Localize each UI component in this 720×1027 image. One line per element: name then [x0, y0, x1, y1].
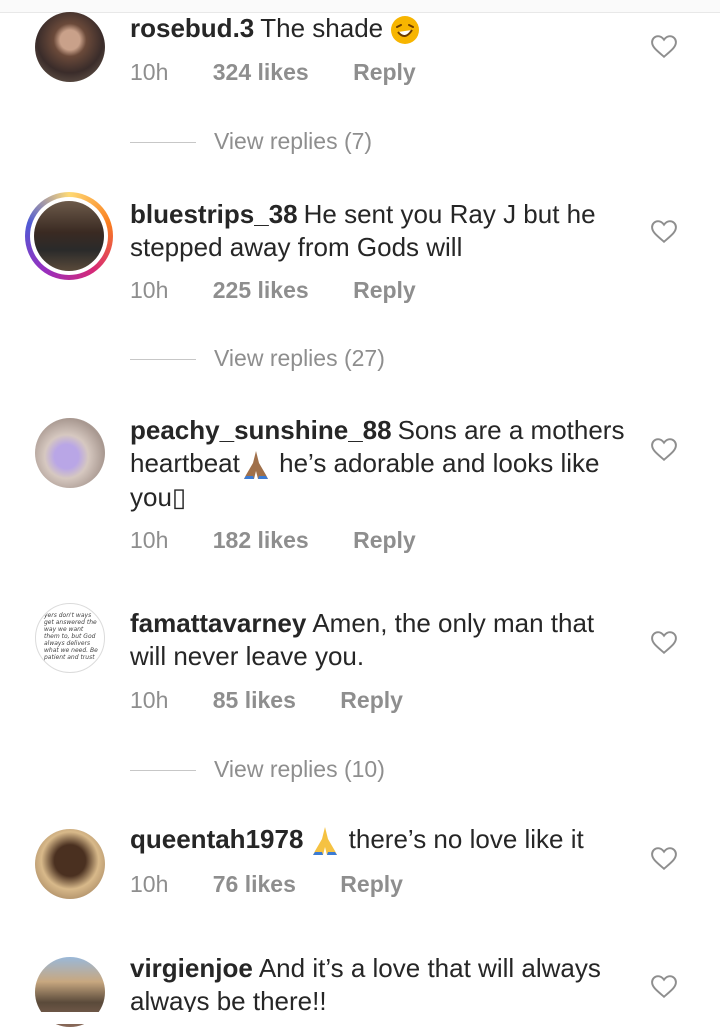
comment-likes[interactable]: 225 likes [213, 277, 309, 303]
avatar[interactable] [35, 12, 105, 82]
comment-body: rosebud.3 The shade [130, 12, 630, 45]
praying-hands-emoji-icon [313, 827, 338, 856]
praying-hands-emoji-icon [243, 451, 268, 480]
comment-text: The shade [260, 13, 384, 43]
avatar[interactable] [35, 418, 105, 488]
comment-time: 10h [130, 527, 169, 553]
comment-body: virgienjoe And it’s a love that will alwa… [130, 952, 630, 1018]
view-replies-button[interactable]: View replies (27) [130, 345, 385, 372]
reply-button[interactable]: Reply [353, 59, 416, 85]
comment-time: 10h [130, 277, 169, 303]
comment-time: 10h [130, 687, 169, 713]
comment-likes[interactable]: 76 likes [213, 871, 296, 897]
comment-likes[interactable]: 182 likes [213, 527, 309, 553]
avatar-ring-gap [30, 197, 108, 275]
bottom-edge [0, 1012, 720, 1024]
comment-body: queentah1978 there’s no love like it [130, 823, 630, 857]
comment-body: peachy_sunshine_88 Sons are a mothers hea… [130, 414, 630, 514]
avatar[interactable] [35, 829, 105, 899]
comment-body: bluestrips_38 He sent you Ray J but he st… [130, 198, 630, 264]
reply-button[interactable]: Reply [353, 527, 416, 553]
avatar-story-ring[interactable] [25, 192, 113, 280]
comment-meta: 10h 182 likes Reply [130, 527, 454, 554]
reply-button[interactable]: Reply [353, 277, 416, 303]
comment-meta: 10h 76 likes Reply [130, 871, 441, 898]
view-replies-label: View replies (7) [214, 128, 373, 154]
comment-username[interactable]: queentah1978 [130, 824, 303, 854]
comment-time: 10h [130, 871, 169, 897]
avatar [34, 201, 104, 271]
comment-body: famattavarney Amen, the only man that wil… [130, 607, 630, 673]
view-replies-divider [130, 770, 196, 772]
heart-icon[interactable] [651, 438, 677, 462]
heart-icon[interactable] [651, 35, 677, 59]
view-replies-divider [130, 359, 196, 361]
heart-icon[interactable] [651, 631, 677, 655]
reply-button[interactable]: Reply [340, 687, 403, 713]
view-replies-label: View replies (10) [214, 756, 385, 782]
comment-meta: 10h 225 likes Reply [130, 277, 454, 304]
heart-icon[interactable] [651, 975, 677, 999]
comment-username[interactable]: rosebud.3 [130, 13, 254, 43]
view-replies-label: View replies (27) [214, 345, 385, 371]
unsupported-glyph: ▯ [171, 482, 187, 513]
view-replies-button[interactable]: View replies (10) [130, 756, 385, 783]
comment-time: 10h [130, 59, 169, 85]
avatar[interactable]: yers don't ways get answered the way we … [35, 603, 105, 673]
comment-likes[interactable]: 85 likes [213, 687, 296, 713]
view-replies-button[interactable]: View replies (7) [130, 128, 372, 155]
comment-username[interactable]: famattavarney [130, 608, 306, 638]
comment-likes[interactable]: 324 likes [213, 59, 309, 85]
comment-username[interactable]: virgienjoe [130, 953, 253, 983]
laughing-face-emoji-icon [391, 16, 420, 45]
comment-meta: 10h 324 likes Reply [130, 59, 454, 86]
view-replies-divider [130, 142, 196, 144]
avatar-quote-text: yers don't ways get answered the way we … [44, 612, 98, 661]
comment-meta: 10h 85 likes Reply [130, 687, 441, 714]
heart-icon[interactable] [651, 220, 677, 244]
reply-button[interactable]: Reply [340, 871, 403, 897]
comment-username[interactable]: bluestrips_38 [130, 199, 298, 229]
comment-username[interactable]: peachy_sunshine_88 [130, 415, 392, 445]
heart-icon[interactable] [651, 847, 677, 871]
comment-text: there’s no love like it [348, 824, 584, 854]
